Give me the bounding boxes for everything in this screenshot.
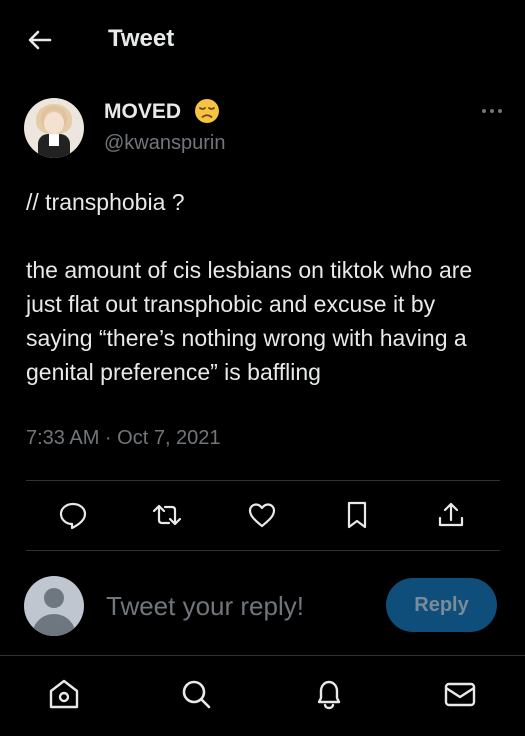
avatar [24, 576, 84, 636]
author-display-name[interactable]: MOVED [104, 100, 181, 124]
search-icon[interactable] [178, 676, 214, 712]
reply-input[interactable] [106, 588, 366, 624]
bottom-navigation [0, 655, 525, 736]
messages-icon[interactable] [442, 676, 478, 712]
divider [26, 550, 500, 551]
reply-icon[interactable] [56, 498, 90, 532]
tweet-actions [26, 484, 500, 548]
avatar[interactable] [24, 98, 84, 158]
reply-composer: Reply [0, 560, 525, 654]
bookmark-icon[interactable] [340, 498, 374, 532]
home-icon[interactable] [46, 676, 82, 712]
share-icon[interactable] [434, 498, 468, 532]
top-bar: Tweet [0, 0, 525, 78]
back-arrow-icon[interactable] [24, 24, 56, 56]
author-handle[interactable]: @kwanspurin [104, 132, 225, 155]
divider [26, 480, 500, 481]
tweet-author: MOVED @kwanspurin [24, 96, 504, 160]
retweet-icon[interactable] [150, 498, 184, 532]
tweet-text: // transphobia ? the amount of cis lesbi… [26, 189, 473, 385]
disappointed-face-icon [194, 98, 220, 124]
page-title: Tweet [108, 25, 175, 52]
more-options-icon[interactable] [478, 100, 506, 122]
reply-button[interactable]: Reply [386, 578, 497, 632]
like-icon[interactable] [245, 498, 279, 532]
notifications-icon[interactable] [311, 676, 347, 712]
tweet-timestamp[interactable]: 7:33 AM · Oct 7, 2021 [26, 427, 221, 450]
